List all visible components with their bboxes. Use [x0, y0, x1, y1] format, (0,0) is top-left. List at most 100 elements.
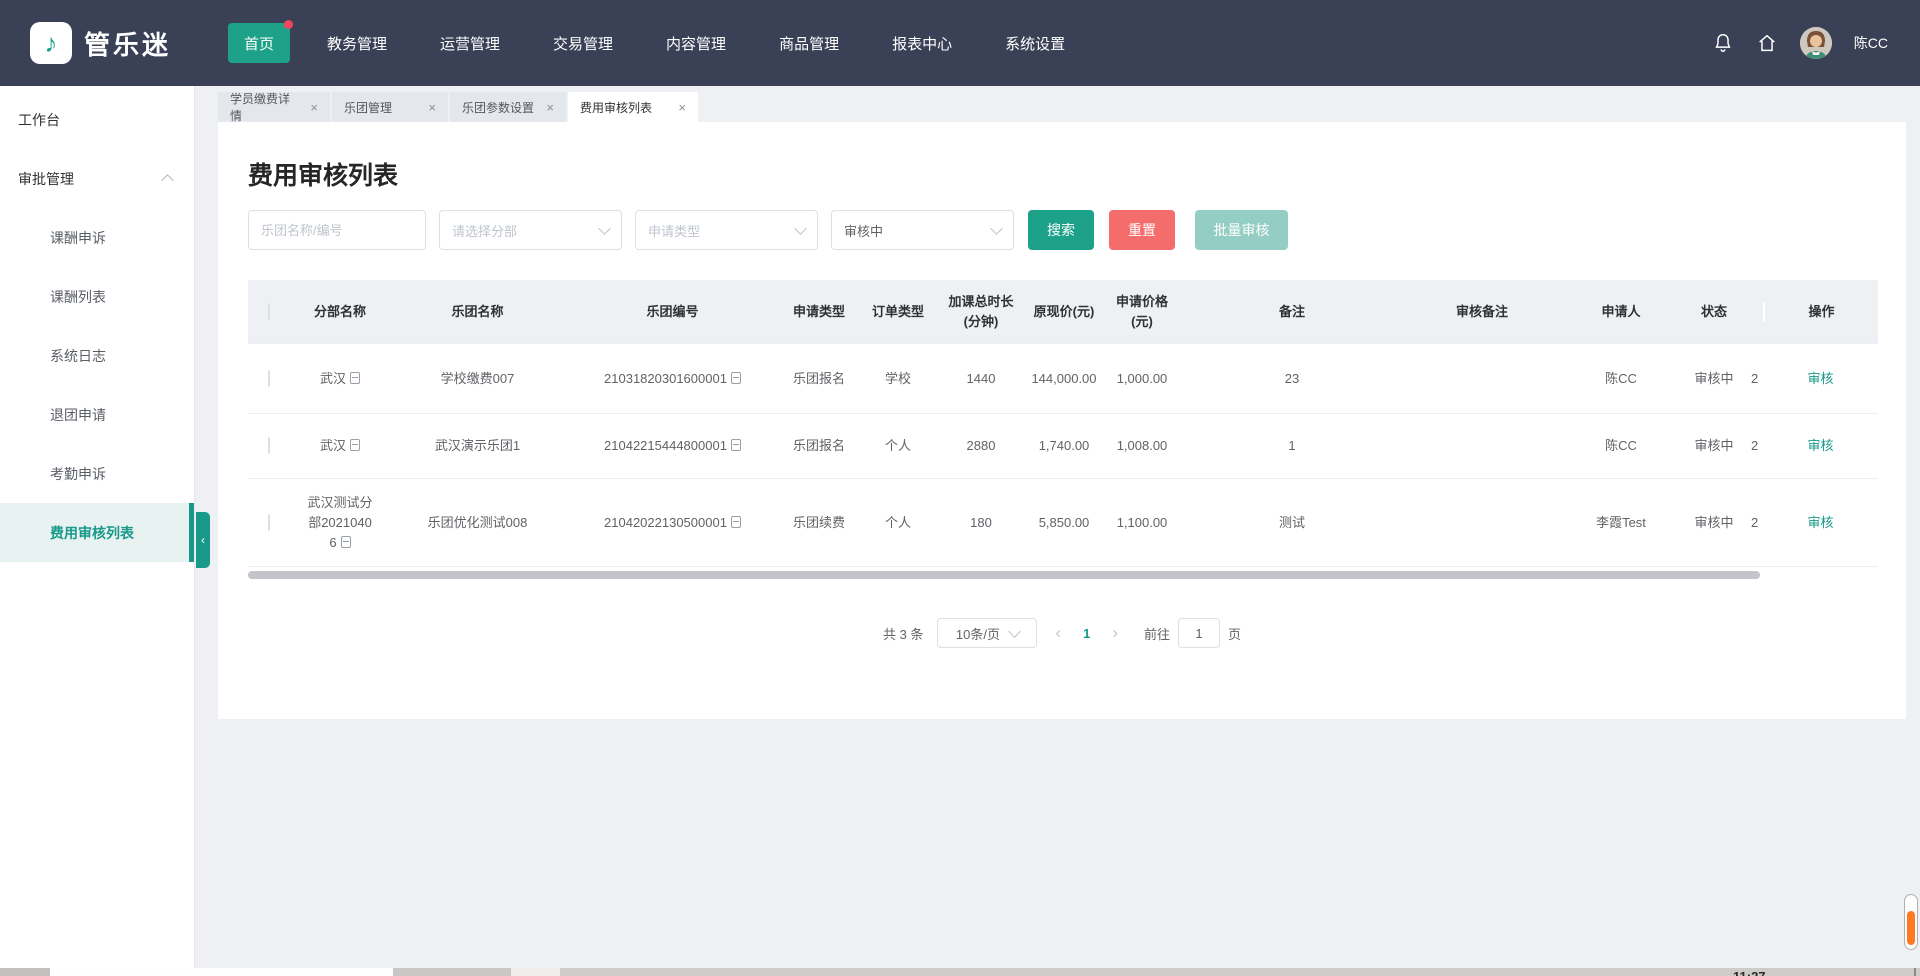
sidebar-collapse-handle[interactable] [196, 512, 210, 568]
tab-label: 乐团管理 [344, 99, 392, 116]
col-header-apply-price: 申请价格(元) [1104, 292, 1180, 332]
batch-audit-button[interactable]: 批量审核 [1195, 210, 1288, 250]
col-header-original-price: 原现价(元) [1024, 302, 1104, 322]
menu-item-shangpin[interactable]: 商品管理 [779, 33, 839, 54]
avatar[interactable] [1800, 27, 1832, 59]
close-icon[interactable] [428, 100, 436, 115]
copy-icon[interactable] [341, 536, 351, 548]
band-name-input-wrap [248, 210, 426, 250]
current-page[interactable]: 1 [1079, 626, 1094, 641]
status-select[interactable]: 审核中 [831, 210, 1014, 250]
music-note-icon [45, 30, 58, 56]
menu-item-jiaowu[interactable]: 教务管理 [327, 33, 387, 54]
menu-item-baobiao[interactable]: 报表中心 [892, 33, 952, 54]
cell-applicant: 李霞Test [1560, 513, 1682, 533]
band-name-input[interactable] [261, 223, 413, 238]
taskbar-clock: 11:27 [1733, 969, 1766, 976]
cell-time-clipped: 2 [1746, 369, 1763, 389]
sidebar-item-keshou-list[interactable]: 课酬列表 [0, 267, 194, 326]
cell-status: 审核中 [1682, 513, 1746, 533]
sidebar-item-attendance-appeal[interactable]: 考勤申诉 [0, 444, 194, 503]
menu-item-yunying[interactable]: 运营管理 [440, 33, 500, 54]
cell-apply-price: 1,100.00 [1104, 513, 1180, 533]
close-icon[interactable] [678, 100, 686, 115]
chevron-down-icon [1008, 625, 1021, 638]
search-button[interactable]: 搜索 [1028, 210, 1094, 250]
sidebar-item-label: 课酬申诉 [50, 228, 106, 248]
scrollbar-thumb[interactable] [1907, 911, 1915, 945]
menu-item-home-label: 首页 [244, 33, 274, 54]
goto-label: 前往 [1144, 624, 1170, 643]
sidebar-item-label: 费用审核列表 [50, 523, 134, 543]
pagination: 共 3 条 10条/页 1 前往 页 [218, 618, 1906, 648]
tab-fee-audit-list[interactable]: 费用审核列表 [568, 92, 698, 122]
tab-label: 乐团参数设置 [462, 99, 534, 116]
goto-page-input[interactable] [1178, 618, 1220, 648]
cell-remark: 23 [1180, 369, 1404, 389]
row-checkbox[interactable] [268, 514, 270, 531]
tab-band-params[interactable]: 乐团参数设置 [450, 92, 566, 122]
horizontal-scrollbar[interactable] [248, 571, 1760, 579]
cell-branch: 武汉 [320, 371, 346, 386]
col-header-minutes: 加课总时长(分钟) [938, 292, 1024, 332]
copy-icon[interactable] [350, 439, 360, 451]
close-icon[interactable] [310, 100, 318, 115]
table-row: 武汉 武汉演示乐团1 21042215444800001 乐团报名 个人 288… [248, 414, 1878, 479]
copy-icon[interactable] [350, 372, 360, 384]
page-size-select[interactable]: 10条/页 [937, 618, 1037, 648]
sidebar-item-quit-apply[interactable]: 退团申请 [0, 385, 194, 444]
apply-type-select[interactable]: 申请类型 [635, 210, 818, 250]
table-header-row: 分部名称 乐团名称 乐团编号 申请类型 订单类型 加课总时长(分钟) 原现价(元… [248, 280, 1878, 344]
sidebar-group-label: 审批管理 [18, 169, 74, 189]
cell-status: 审核中 [1682, 436, 1746, 456]
menu-item-neirong[interactable]: 内容管理 [666, 33, 726, 54]
select-all-checkbox[interactable] [268, 303, 270, 320]
copy-icon[interactable] [731, 516, 741, 528]
tab-student-payment-detail[interactable]: 学员缴费详情 [218, 92, 330, 122]
bell-icon[interactable] [1712, 32, 1734, 54]
table-row: 武汉测试分部20210406 乐团优化测试008 210420221305000… [248, 479, 1878, 567]
reset-button[interactable]: 重置 [1109, 210, 1175, 250]
sidebar-item-system-log[interactable]: 系统日志 [0, 326, 194, 385]
brand[interactable]: 管乐迷 [30, 22, 220, 64]
notification-dot [284, 20, 293, 29]
copy-icon[interactable] [731, 372, 741, 384]
menu-item-xitong[interactable]: 系统设置 [1005, 33, 1065, 54]
prev-page-button[interactable] [1051, 623, 1065, 643]
col-header-order-type: 订单类型 [858, 302, 938, 322]
pagination-total: 共 3 条 [883, 624, 923, 643]
top-navbar: 管乐迷 首页 教务管理 运营管理 交易管理 内容管理 商品管理 报表中心 系统设… [0, 0, 1920, 86]
page-unit-label: 页 [1228, 624, 1241, 643]
col-header-branch: 分部名称 [290, 302, 390, 322]
cell-minutes: 1440 [938, 369, 1024, 389]
sidebar-item-fee-audit-list[interactable]: 费用审核列表 [0, 503, 194, 562]
row-checkbox[interactable] [268, 370, 270, 387]
audit-action-link[interactable]: 审核 [1807, 371, 1833, 386]
sidebar-item-workbench[interactable]: 工作台 [0, 90, 194, 149]
row-checkbox[interactable] [268, 437, 270, 454]
taskbar-segment [0, 968, 50, 976]
goto-page: 前往 页 [1144, 618, 1241, 648]
audit-action-link[interactable]: 审核 [1807, 515, 1833, 530]
branch-select[interactable]: 请选择分部 [439, 210, 622, 250]
cell-apply-type: 乐团续费 [780, 513, 858, 533]
col-header-audit-remark: 审核备注 [1404, 302, 1560, 322]
cell-original-price: 144,000.00 [1024, 369, 1104, 389]
tab-band-management[interactable]: 乐团管理 [332, 92, 448, 122]
close-icon[interactable] [546, 100, 554, 115]
menu-item-home[interactable]: 首页 [228, 23, 290, 63]
audit-action-link[interactable]: 审核 [1807, 438, 1833, 453]
sidebar-group-approval[interactable]: 审批管理 [0, 149, 194, 208]
copy-icon[interactable] [731, 439, 741, 451]
taskbar-divider [1914, 968, 1916, 976]
page-title: 费用审核列表 [248, 156, 398, 192]
cell-minutes: 2880 [938, 436, 1024, 456]
home-icon[interactable] [1756, 32, 1778, 54]
cell-order-type: 个人 [858, 436, 938, 456]
brand-name: 管乐迷 [84, 25, 171, 62]
sidebar-item-keshou-appeal[interactable]: 课酬申诉 [0, 208, 194, 267]
next-page-button[interactable] [1108, 623, 1122, 643]
vertical-scrollbar[interactable] [1904, 894, 1918, 950]
menu-item-jiaoyi[interactable]: 交易管理 [553, 33, 613, 54]
username[interactable]: 陈CC [1854, 33, 1888, 53]
